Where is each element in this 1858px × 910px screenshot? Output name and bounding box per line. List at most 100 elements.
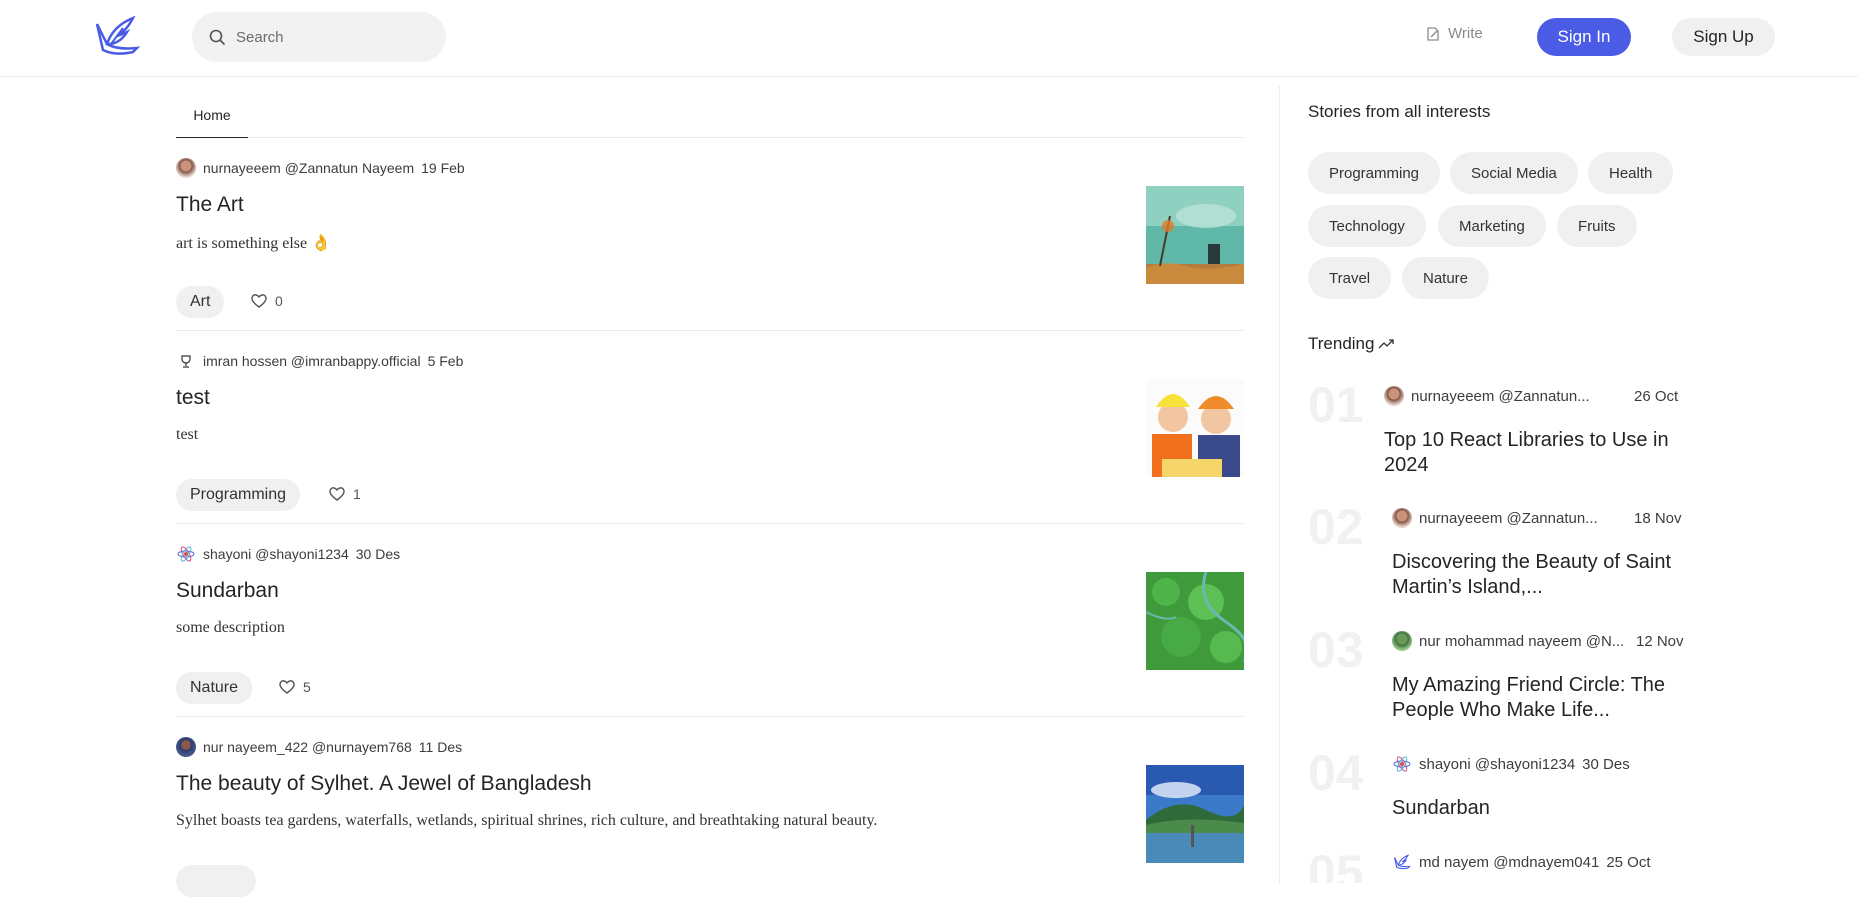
post-tag[interactable]: Art [176, 286, 225, 318]
chip-programming[interactable]: Programming [1308, 152, 1441, 194]
trending-meta: nurnayeeem @Zannatun... [1392, 508, 1598, 528]
post-date: 11 Des [418, 739, 463, 755]
post-thumbnail[interactable] [1146, 572, 1244, 670]
trending-heading: Trending [1308, 334, 1395, 354]
trending-number: 01 [1308, 377, 1364, 433]
post-tag[interactable]: Nature [176, 672, 253, 704]
post-title[interactable]: test [176, 386, 210, 410]
post-author[interactable]: nur nayeem_422 @nurnayem768 [203, 739, 412, 755]
avatar[interactable] [176, 158, 196, 178]
atom-icon [1393, 756, 1411, 772]
trending-date: 30 Des [1582, 755, 1630, 773]
trending-number: 02 [1308, 499, 1364, 555]
main-feed: Home nurnayeeem @Zannatun Nayeem 19 Feb … [176, 78, 1244, 897]
trending-meta: md nayem @mdnayem041 25 Oct [1392, 852, 1651, 872]
post-title[interactable]: The beauty of Sylhet. A Jewel of Banglad… [176, 772, 592, 796]
trending-author[interactable]: nur mohammad nayeem @N... [1419, 633, 1624, 650]
post-meta: imran hossen @imranbappy.official 5 Feb [176, 351, 463, 371]
post-card[interactable]: nurnayeeem @Zannatun Nayeem 19 Feb The A… [176, 138, 1244, 331]
trending-title[interactable]: My Amazing Friend Circle: The People Who… [1392, 673, 1682, 723]
trending-meta: nurnayeeem @Zannatun... [1384, 386, 1590, 406]
post-author[interactable]: imran hossen @imranbappy.official [203, 353, 421, 369]
avatar[interactable] [1392, 852, 1412, 872]
trending-title[interactable]: Discovering the Beauty of Saint Martin’s… [1392, 550, 1682, 600]
trending-number: 04 [1308, 745, 1364, 801]
chip-fruits[interactable]: Fruits [1557, 205, 1637, 247]
like-count: 0 [275, 293, 283, 309]
search-icon [209, 29, 226, 45]
logo-icon[interactable] [93, 15, 141, 56]
trending-author[interactable]: nurnayeeem @Zannatun... [1419, 510, 1598, 527]
logo-icon [1393, 854, 1411, 870]
avatar[interactable] [176, 351, 196, 371]
trending-date: 18 Nov [1634, 510, 1682, 527]
trending-date: 25 Oct [1606, 853, 1651, 871]
tab-home[interactable]: Home [176, 92, 248, 138]
write-button[interactable]: Write [1425, 25, 1483, 42]
post-tag[interactable] [176, 865, 256, 897]
like-button[interactable]: 5 [278, 679, 311, 695]
post-thumbnail[interactable] [1146, 379, 1244, 477]
trending-number: 03 [1308, 622, 1364, 678]
sign-up-button[interactable]: Sign Up [1672, 18, 1775, 56]
avatar[interactable] [176, 737, 196, 757]
avatar[interactable] [1392, 508, 1412, 528]
trending-title[interactable]: Top 10 React Libraries to Use in 2024 [1384, 428, 1674, 478]
trending-author[interactable]: md nayem @mdnayem041 [1419, 854, 1599, 871]
trending-date: 26 Oct [1634, 388, 1679, 405]
post-thumbnail[interactable] [1146, 765, 1244, 863]
avatar[interactable] [1384, 386, 1404, 406]
chip-travel[interactable]: Travel [1308, 257, 1392, 299]
post-description: Sylhet boasts tea gardens, waterfalls, w… [176, 812, 878, 829]
trending-meta: shayoni @shayoni1234 30 Des [1392, 754, 1630, 774]
chip-technology[interactable]: Technology [1308, 205, 1426, 247]
like-count: 1 [353, 486, 361, 502]
edit-icon [1427, 26, 1439, 41]
like-count: 5 [303, 679, 311, 695]
post-description: some description [176, 619, 285, 636]
post-author[interactable]: shayoni @shayoni1234 [203, 546, 349, 562]
chip-nature[interactable]: Nature [1402, 257, 1490, 299]
post-date: 5 Feb [427, 353, 464, 369]
post-description: art is something else 👌 [176, 235, 332, 252]
column-divider [1279, 86, 1280, 883]
post-tag[interactable]: Programming [176, 479, 301, 511]
trending-item[interactable]: 05 md nayem @mdnayem041 25 Oct [1308, 846, 1708, 883]
like-button[interactable]: 1 [328, 486, 361, 502]
post-date: 30 Des [355, 546, 401, 562]
post-card[interactable]: imran hossen @imranbappy.official 5 Feb … [176, 331, 1244, 524]
post-meta: nurnayeeem @Zannatun Nayeem 19 Feb [176, 158, 465, 178]
avatar[interactable] [1392, 754, 1412, 774]
post-date: 19 Feb [421, 160, 465, 176]
post-title[interactable]: Sundarban [176, 579, 279, 603]
heart-icon [279, 680, 295, 694]
post-card[interactable]: nur nayeem_422 @nurnayem768 11 Des The b… [176, 717, 1244, 910]
trending-date: 12 Nov [1636, 633, 1684, 650]
post-meta: shayoni @shayoni1234 30 Des [176, 544, 400, 564]
search-bar[interactable] [192, 12, 446, 62]
search-input[interactable] [236, 28, 436, 46]
sign-in-button[interactable]: Sign In [1537, 18, 1631, 56]
post-card[interactable]: shayoni @shayoni1234 30 Des Sundarban so… [176, 524, 1244, 717]
atom-icon [177, 546, 195, 562]
post-description: test [176, 426, 199, 443]
post-meta: nur nayeem_422 @nurnayem768 11 Des [176, 737, 462, 757]
interests-heading: Stories from all interests [1308, 102, 1491, 121]
like-button[interactable]: 0 [250, 293, 283, 309]
chip-marketing[interactable]: Marketing [1438, 205, 1546, 247]
post-title[interactable]: The Art [176, 193, 244, 217]
trending-author[interactable]: shayoni @shayoni1234 [1419, 756, 1575, 773]
right-sidebar: Stories from all interests Programming S… [1308, 78, 1828, 883]
heart-icon [329, 487, 345, 501]
avatar[interactable] [1392, 631, 1412, 651]
chip-health[interactable]: Health [1588, 152, 1674, 194]
write-label: Write [1448, 25, 1483, 42]
trending-author[interactable]: nurnayeeem @Zannatun... [1411, 388, 1590, 405]
chip-social-media[interactable]: Social Media [1450, 152, 1578, 194]
avatar[interactable] [176, 544, 196, 564]
post-thumbnail[interactable] [1146, 186, 1244, 284]
post-author[interactable]: nurnayeeem @Zannatun Nayeem [203, 160, 414, 176]
top-navbar: Write Sign In Sign Up [0, 0, 1858, 77]
trending-meta: nur mohammad nayeem @N... [1392, 631, 1624, 651]
trending-title[interactable]: Sundarban [1392, 796, 1682, 821]
